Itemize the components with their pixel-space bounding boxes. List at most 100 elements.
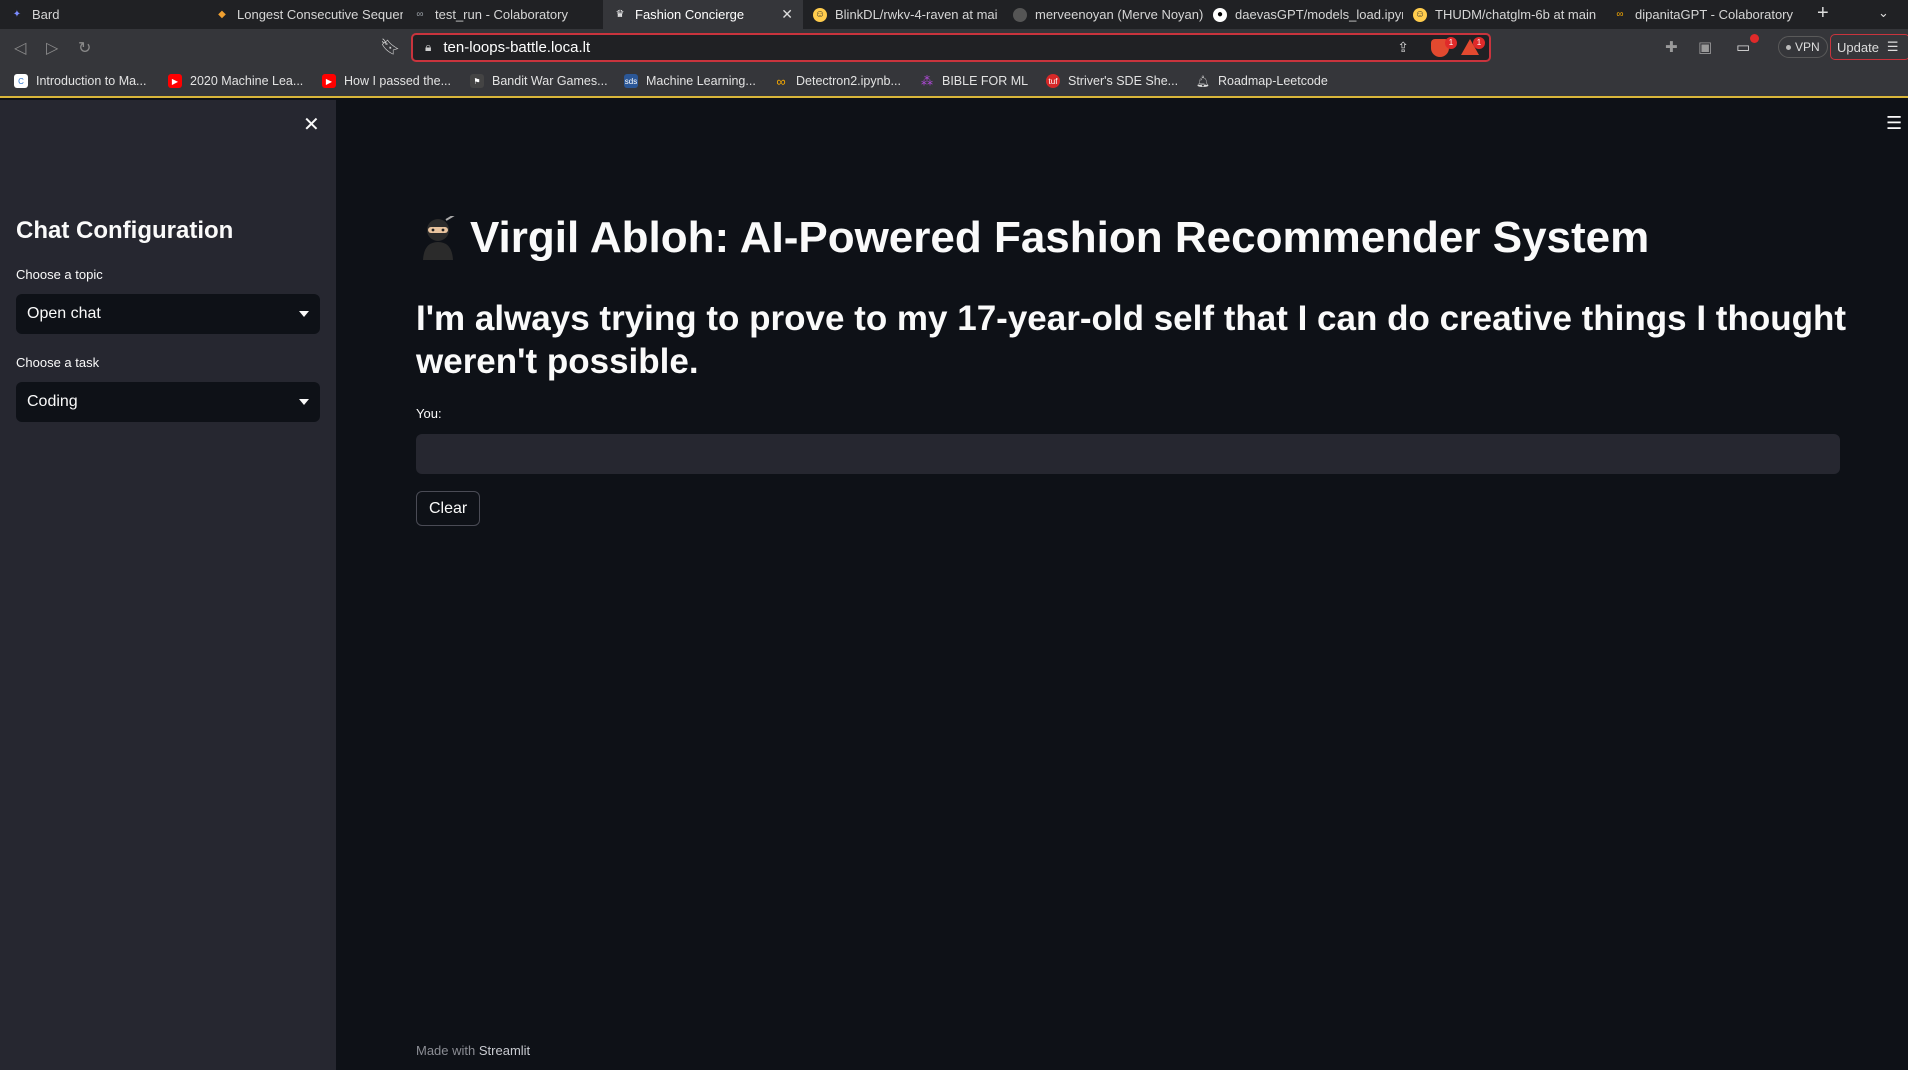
streamlit-link[interactable]: Streamlit	[479, 1043, 530, 1058]
forward-icon[interactable]: ▷	[46, 38, 58, 58]
chat-input[interactable]	[416, 434, 1840, 474]
task-select[interactable]: Coding	[16, 382, 320, 422]
sidebar-toggle-icon[interactable]: ▣	[1698, 38, 1712, 56]
bookmark-bible-for-ml[interactable]: ⁂ BIBLE FOR ML	[920, 74, 1028, 88]
tab-label: test_run - Colaboratory	[435, 7, 568, 22]
page-subtitle: I'm always trying to prove to my 17-year…	[416, 299, 1846, 381]
colab-icon: ∞	[1616, 9, 1624, 20]
huggingface-icon: ☺	[1413, 7, 1427, 22]
bookmark-label: Introduction to Ma...	[36, 74, 147, 88]
bookmark-page-icon[interactable]: 🔖︎	[380, 37, 400, 57]
colab-icon: ∞	[416, 9, 424, 20]
hamburger-menu-icon[interactable]: ☰	[1886, 113, 1902, 134]
colab-icon: ∞	[776, 73, 786, 89]
chevron-down-icon	[299, 399, 309, 405]
crown-icon: ♛	[615, 9, 625, 20]
bookmark-label: BIBLE FOR ML	[942, 74, 1029, 88]
tab-label: merveenoyan (Merve Noyan)	[1035, 7, 1203, 22]
bookmark-label: Striver's SDE She...	[1068, 74, 1179, 88]
task-label: Choose a task	[16, 355, 100, 370]
leetcode-icon: ◆	[218, 9, 226, 20]
tab-bard[interactable]: ✦ Bard	[0, 0, 205, 29]
topic-select[interactable]: Open chat	[16, 294, 320, 334]
tab-thudm[interactable]: ☺ THUDM/chatglm-6b at main	[1403, 0, 1603, 29]
browser-menu-icon: ☰	[1886, 39, 1899, 54]
pixel-icon: ⁂	[921, 74, 933, 88]
close-sidebar-icon[interactable]: ✕	[303, 112, 320, 137]
tab-label: BlinkDL/rwkv-4-raven at mai	[835, 7, 998, 22]
tab-test-run[interactable]: ∞ test_run - Colaboratory	[403, 0, 603, 29]
update-label: Update	[1837, 39, 1879, 55]
back-icon[interactable]: ◁	[14, 38, 26, 58]
rewards-badge: 1	[1473, 37, 1485, 49]
browser-toolbar: ◁ ▷ ↻ 🔖︎ 🔒︎ ten-loops-battle.loca.lt ⇪ 1…	[0, 29, 1908, 66]
tab-label: Fashion Concierge	[635, 7, 745, 22]
takeuforward-icon: tuf	[1046, 74, 1060, 88]
coursera-icon: C	[14, 74, 28, 88]
bard-icon: ✦	[12, 9, 22, 20]
github-icon: ●	[1213, 7, 1227, 22]
footer-prefix: Made with	[416, 1043, 476, 1058]
overthewire-icon: ⚑	[470, 74, 484, 88]
new-tab-button[interactable]: +	[1817, 2, 1829, 25]
tab-dipanitagpt[interactable]: ∞ dipanitaGPT - Colaboratory	[1603, 0, 1803, 29]
vpn-label: VPN	[1795, 40, 1820, 54]
bookmark-machine-learning[interactable]: sds Machine Learning...	[624, 74, 756, 88]
close-tab-icon[interactable]: ✕	[781, 6, 793, 23]
tab-overflow-button[interactable]: ⌄	[1878, 5, 1889, 21]
extensions-icon[interactable]: ✚	[1665, 38, 1678, 56]
youtube-icon: ▶	[168, 74, 182, 88]
bookmark-how-i-passed[interactable]: ▶ How I passed the...	[322, 74, 451, 88]
update-button[interactable]: Update ☰	[1830, 34, 1908, 60]
topic-selected-value: Open chat	[27, 305, 101, 322]
address-bar[interactable]: 🔒︎ ten-loops-battle.loca.lt ⇪ 1 1	[411, 33, 1491, 62]
tab-label: daevasGPT/models_load.ipyn	[1235, 7, 1403, 22]
bookmark-roadmap[interactable]: 🔔︎ Roadmap-Leetcode	[1196, 74, 1328, 88]
browser-tab-bar: ✦ Bard ◆ Longest Consecutive Sequen ∞ te…	[0, 0, 1908, 29]
page-title-text: Virgil Abloh: AI-Powered Fashion Recomme…	[470, 213, 1650, 262]
youtube-icon: ▶	[322, 74, 336, 88]
vpn-button[interactable]: VPN	[1778, 36, 1828, 58]
reload-icon[interactable]: ↻	[78, 38, 91, 58]
chevron-down-icon	[299, 311, 309, 317]
bookmark-label: Machine Learning...	[646, 74, 756, 88]
topic-label: Choose a topic	[16, 267, 103, 282]
bookmark-label: Roadmap-Leetcode	[1218, 74, 1328, 88]
bookmark-striver[interactable]: tuf Striver's SDE She...	[1046, 74, 1178, 88]
tab-label: Longest Consecutive Sequen	[237, 7, 403, 22]
bookmark-label: How I passed the...	[344, 74, 452, 88]
clear-button[interactable]: Clear	[416, 491, 481, 526]
chat-input-label: You:	[416, 406, 442, 421]
tab-merveenoyan[interactable]: merveenoyan (Merve Noyan)	[1003, 0, 1203, 29]
tab-longest-consecutive[interactable]: ◆ Longest Consecutive Sequen	[205, 0, 403, 29]
sidebar-title: Chat Configuration	[16, 217, 234, 244]
tab-fashion-concierge[interactable]: ♛ Fashion Concierge ✕	[603, 0, 803, 29]
bookmark-label: Bandit War Games...	[492, 74, 608, 88]
sidebar: ✕ Chat Configuration Choose a topic Open…	[0, 100, 336, 1070]
wallet-badge	[1750, 34, 1759, 43]
tab-blinkdl[interactable]: ☺ BlinkDL/rwkv-4-raven at mai	[803, 0, 1003, 29]
bookmark-introduction[interactable]: C Introduction to Ma...	[14, 74, 146, 88]
sds-icon: sds	[624, 74, 638, 88]
footer: Made with Streamlit	[416, 1043, 530, 1058]
bookmark-bandit[interactable]: ⚑ Bandit War Games...	[470, 74, 608, 88]
tab-label: Bard	[32, 7, 60, 22]
notion-bell-icon: 🔔︎	[1196, 75, 1210, 88]
task-selected-value: Coding	[27, 393, 78, 410]
page-title: Virgil Abloh: AI-Powered Fashion Recomme…	[416, 213, 1856, 263]
tab-daevasgpt[interactable]: ● daevasGPT/models_load.ipyn	[1203, 0, 1403, 29]
vpn-status-dot	[1786, 44, 1791, 50]
share-icon[interactable]: ⇪	[1397, 39, 1409, 56]
ninja-icon	[416, 213, 460, 260]
tab-label: THUDM/chatglm-6b at main	[1435, 7, 1597, 22]
shield-badge: 1	[1445, 37, 1457, 49]
bookmark-label: Detectron2.ipynb...	[796, 74, 901, 88]
lock-icon: 🔒︎	[425, 40, 432, 54]
tab-label: dipanitaGPT - Colaboratory	[1635, 7, 1794, 22]
bookmark-2020-ml[interactable]: ▶ 2020 Machine Lea...	[168, 74, 303, 88]
url-text: ten-loops-battle.loca.lt	[443, 39, 591, 56]
huggingface-avatar-icon	[1013, 7, 1027, 22]
bookmark-label: 2020 Machine Lea...	[190, 74, 304, 88]
wallet-icon[interactable]: ▭	[1736, 38, 1750, 56]
bookmark-detectron2[interactable]: ∞ Detectron2.ipynb...	[774, 73, 901, 89]
